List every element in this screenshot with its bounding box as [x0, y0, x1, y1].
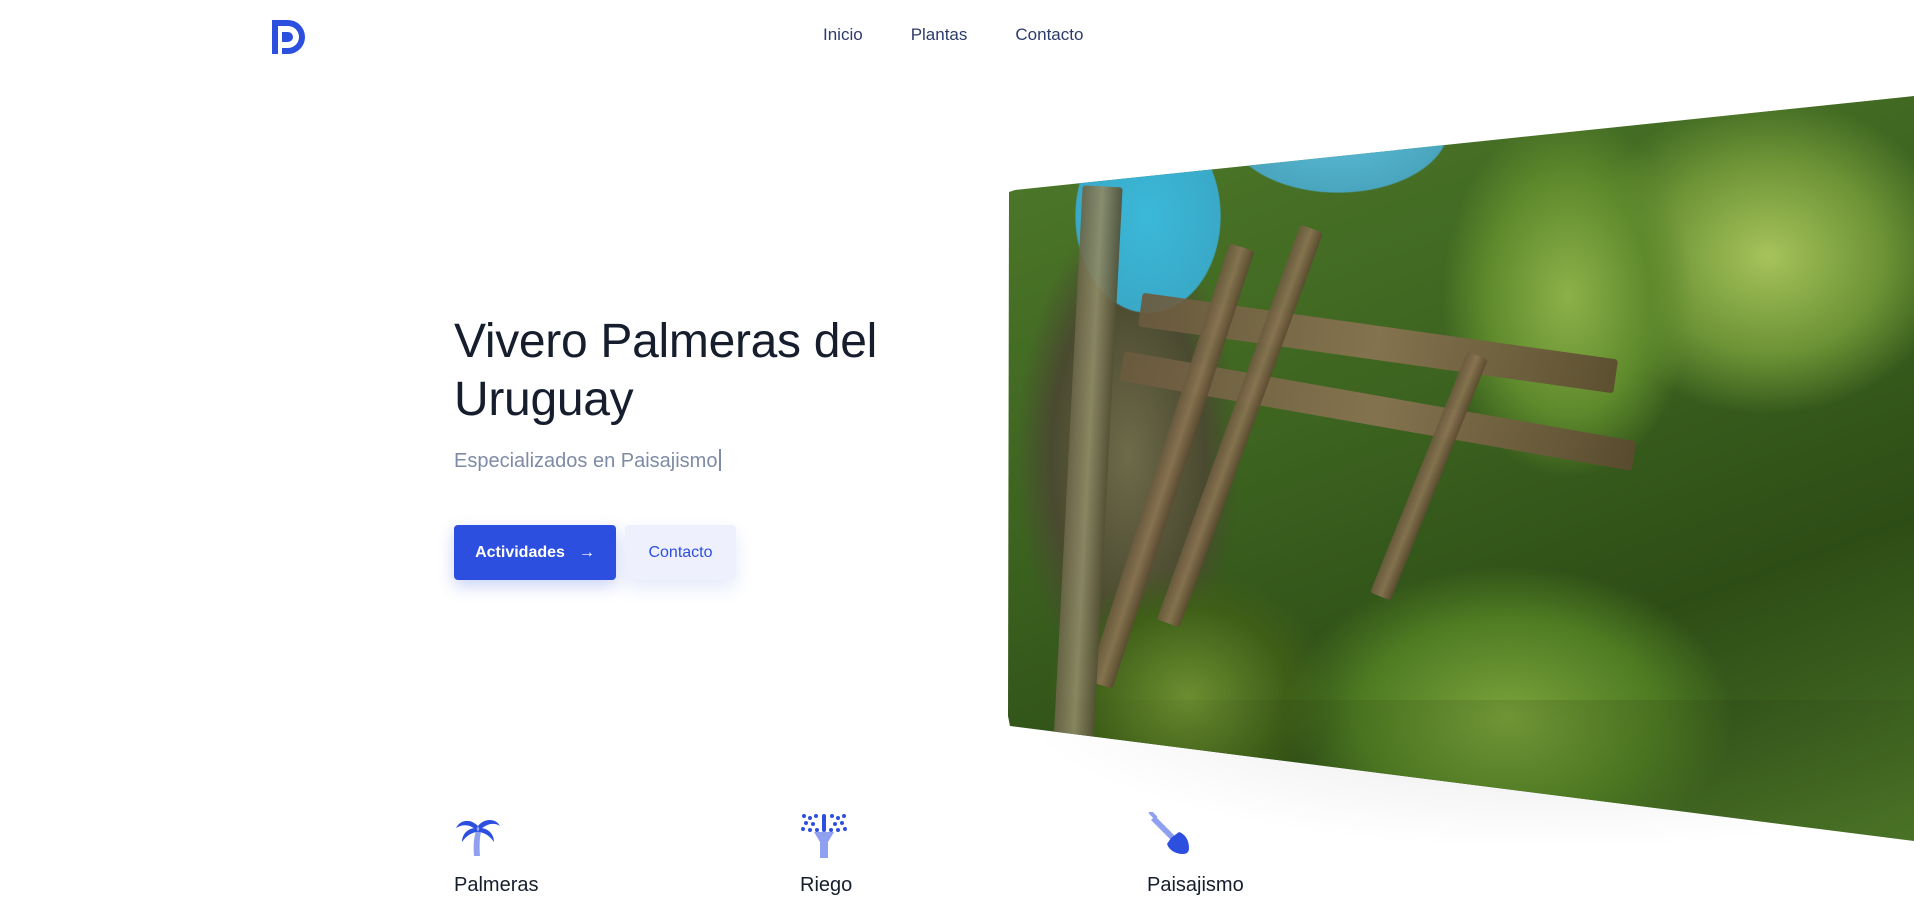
actividades-button[interactable]: Actividades →: [454, 525, 616, 580]
brand-logo-icon[interactable]: [270, 18, 308, 56]
arrow-right-icon: →: [578, 543, 595, 561]
hero-title: Vivero Palmeras del Uruguay: [454, 315, 877, 426]
feature-paisajismo-label: Paisajismo: [1147, 874, 1244, 896]
hero-subtitle-text: Especializados en Paisajismo: [454, 450, 718, 472]
feature-paisajismo: Paisajismo: [1147, 812, 1244, 896]
actividades-button-label: Actividades: [475, 543, 565, 561]
feature-riego: Riego: [800, 812, 852, 896]
shovel-icon: [1148, 812, 1189, 854]
garden-pergola-photo: [1008, 96, 1914, 841]
hero-subtitle: Especializados en Paisajismo: [454, 448, 721, 474]
feature-palmeras: Palmeras: [454, 812, 538, 896]
nav-link-inicio[interactable]: Inicio: [823, 24, 863, 46]
contacto-button[interactable]: Contacto: [625, 525, 736, 580]
palm-tree-icon: [456, 820, 500, 856]
typing-cursor: [719, 449, 721, 471]
feature-palmeras-label: Palmeras: [454, 874, 539, 896]
main-nav: Inicio Plantas Contacto: [823, 24, 1083, 46]
feature-riego-label: Riego: [800, 874, 853, 896]
nav-link-contacto[interactable]: Contacto: [1015, 24, 1083, 46]
nav-link-plantas[interactable]: Plantas: [911, 24, 968, 46]
sprinkler-icon: [801, 814, 847, 858]
hero-image: [1008, 96, 1914, 841]
